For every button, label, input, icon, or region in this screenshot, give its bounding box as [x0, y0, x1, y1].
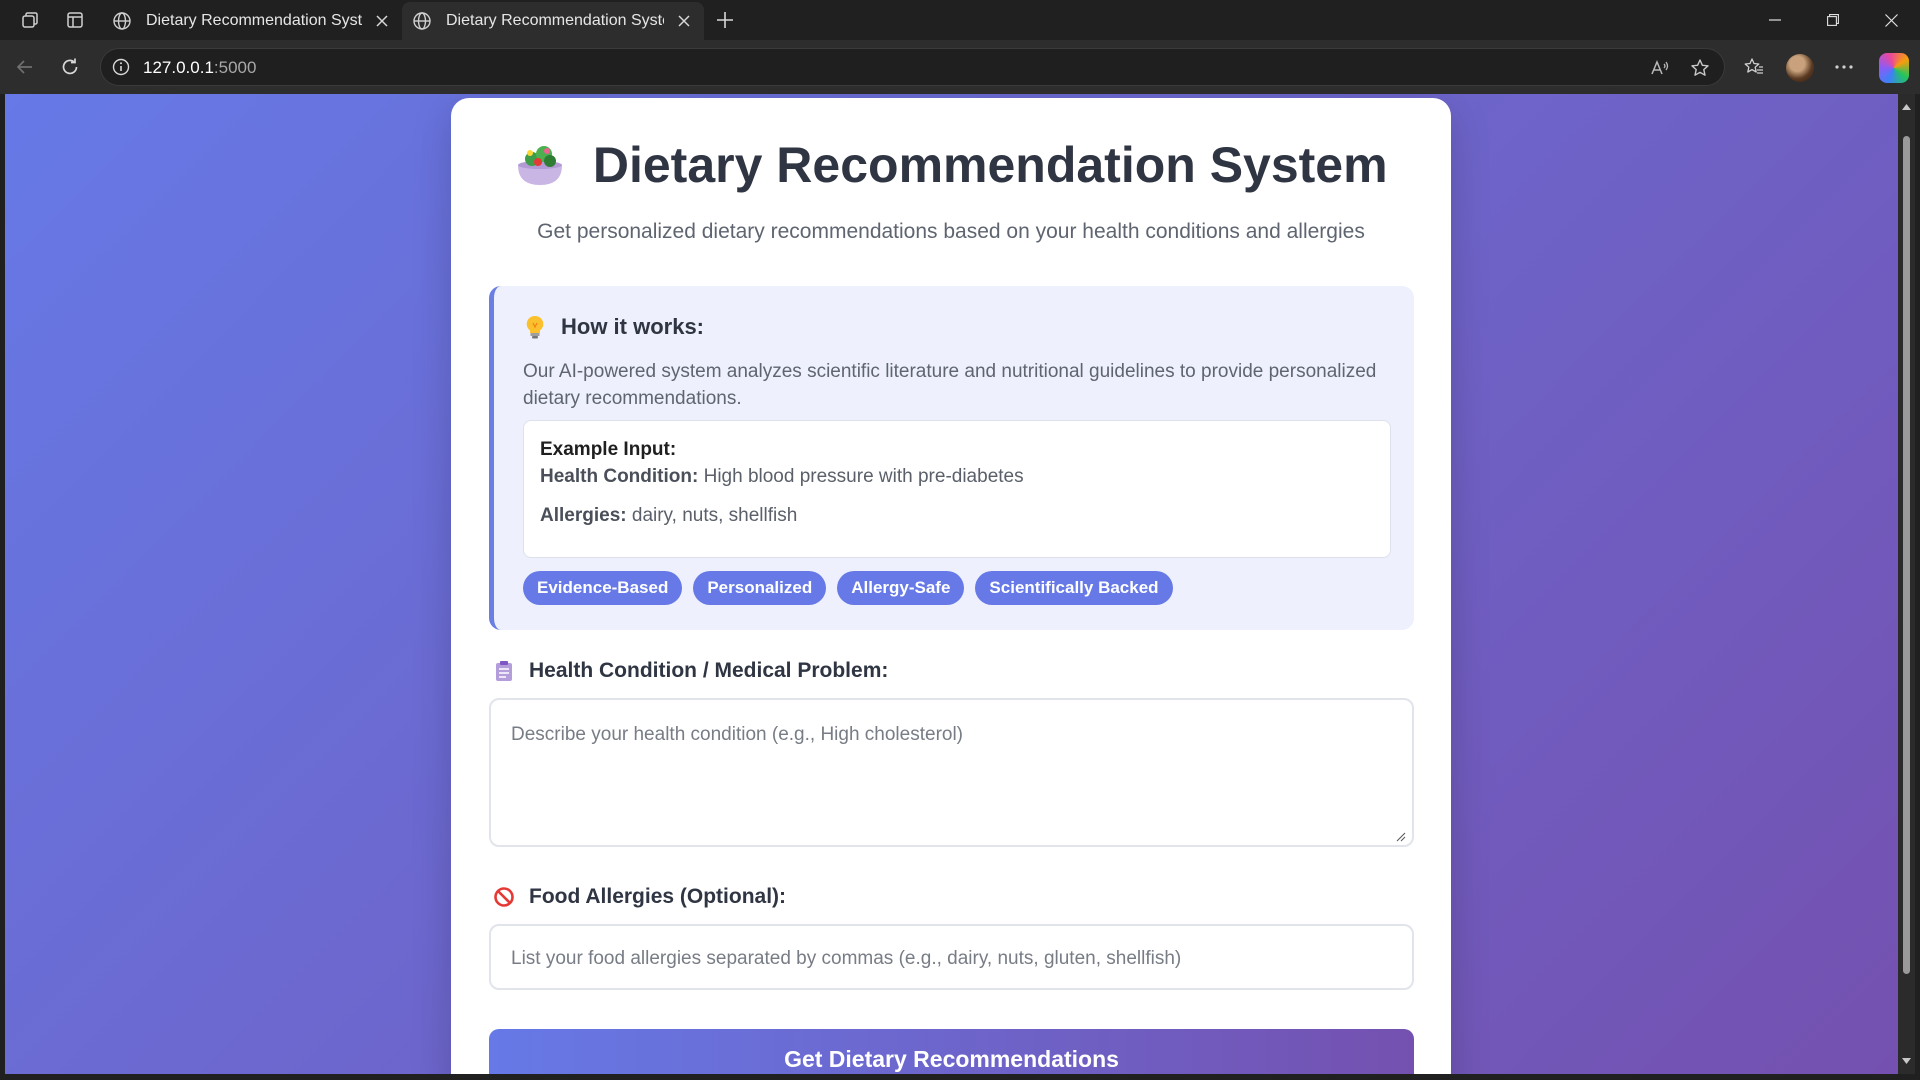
browser-toolbar: 127.0.0.1:5000 — [0, 40, 1920, 94]
url-port: :5000 — [213, 58, 257, 77]
health-condition-label: Health Condition / Medical Problem: — [489, 659, 888, 683]
refresh-icon[interactable] — [56, 53, 84, 81]
page-header: Dietary Recommendation System — [451, 136, 1451, 194]
food-allergies-placeholder: List your food allergies separated by co… — [511, 948, 1182, 969]
tag-evidence-based: Evidence-Based — [523, 571, 683, 605]
example-allergies: Allergies: dairy, nuts, shellfish — [540, 505, 797, 527]
resize-grip-icon[interactable] — [1396, 829, 1406, 842]
tab-title: Dietary Recommendation System — [146, 12, 362, 29]
food-allergies-label: Food Allergies (Optional): — [489, 885, 786, 909]
how-it-works-heading: How it works: — [561, 314, 705, 339]
window-bottom-edge — [0, 1074, 1920, 1080]
tab-2-active[interactable]: Dietary Recommendation System — [402, 2, 704, 40]
page-title: Dietary Recommendation System — [592, 137, 1388, 193]
scroll-up-arrow-icon[interactable] — [1901, 102, 1912, 112]
workspaces-icon[interactable] — [18, 8, 42, 32]
profile-avatar[interactable] — [1786, 54, 1814, 82]
restore-icon[interactable] — [1805, 4, 1861, 36]
tab-title: Dietary Recommendation System — [446, 12, 664, 29]
tag-scientifically-backed: Scientifically Backed — [975, 571, 1173, 605]
light-bulb-icon — [523, 314, 547, 340]
salad-bowl-icon — [514, 139, 566, 191]
site-info-icon[interactable] — [111, 57, 131, 77]
back-icon[interactable] — [11, 53, 39, 81]
example-allergies-value: dairy, nuts, shellfish — [631, 505, 798, 526]
page-scrollbar[interactable] — [1898, 94, 1915, 1074]
favorites-icon[interactable] — [1740, 53, 1768, 81]
main-card: Dietary Recommendation System Get person… — [451, 98, 1451, 1074]
example-condition: Health Condition: High blood pressure wi… — [540, 466, 1024, 488]
vertical-tabs-icon[interactable] — [63, 8, 87, 32]
browser-tab-bar: Dietary Recommendation System Dietary Re… — [0, 0, 1920, 40]
read-aloud-icon[interactable] — [1649, 57, 1671, 79]
how-it-works-panel: How it works: Our AI-powered system anal… — [489, 286, 1414, 630]
get-recommendations-button[interactable]: Get Dietary Recommendations — [489, 1029, 1414, 1074]
prohibited-icon — [493, 886, 515, 908]
food-allergies-input[interactable]: List your food allergies separated by co… — [489, 924, 1414, 990]
page-viewport: Dietary Recommendation System Get person… — [5, 94, 1898, 1074]
favorite-star-icon[interactable] — [1689, 57, 1711, 79]
example-condition-label: Health Condition: — [540, 466, 699, 487]
health-condition-textarea[interactable]: Describe your health condition (e.g., Hi… — [489, 698, 1414, 847]
example-input-box: Example Input: Health Condition: High bl… — [523, 420, 1391, 558]
tag-allergy-safe: Allergy-Safe — [837, 571, 965, 605]
example-heading: Example Input: — [540, 439, 677, 460]
example-condition-value: High blood pressure with pre-diabetes — [703, 466, 1024, 487]
minimize-icon[interactable] — [1747, 4, 1803, 36]
more-options-icon[interactable] — [1830, 53, 1858, 81]
tag-personalized: Personalized — [693, 571, 827, 605]
health-condition-placeholder: Describe your health condition (e.g., Hi… — [511, 724, 964, 745]
example-allergies-label: Allergies: — [540, 505, 627, 526]
url-host: 127.0.0.1 — [143, 58, 214, 77]
url-text: 127.0.0.1:5000 — [143, 58, 256, 78]
address-bar[interactable]: 127.0.0.1:5000 — [100, 48, 1725, 86]
globe-icon — [412, 10, 434, 32]
feature-tags: Evidence-Based Personalized Allergy-Safe… — [523, 571, 1173, 605]
scrollbar-thumb[interactable] — [1903, 136, 1910, 974]
window-close-icon[interactable] — [1863, 4, 1919, 36]
health-condition-label-text: Health Condition / Medical Problem: — [529, 659, 889, 682]
page-subtitle: Get personalized dietary recommendations… — [537, 220, 1365, 243]
clipboard-icon — [493, 660, 515, 682]
copilot-icon[interactable] — [1879, 53, 1909, 83]
globe-icon — [112, 10, 134, 32]
tab-1[interactable]: Dietary Recommendation System — [102, 2, 402, 40]
food-allergies-label-text: Food Allergies (Optional): — [529, 885, 787, 908]
how-it-works-header: How it works: — [523, 314, 704, 340]
new-tab-icon[interactable] — [712, 7, 738, 33]
how-it-works-description: Our AI-powered system analyzes scientifi… — [523, 361, 1377, 409]
scroll-down-arrow-icon[interactable] — [1901, 1056, 1912, 1066]
close-icon[interactable] — [372, 11, 392, 31]
close-icon[interactable] — [674, 11, 694, 31]
